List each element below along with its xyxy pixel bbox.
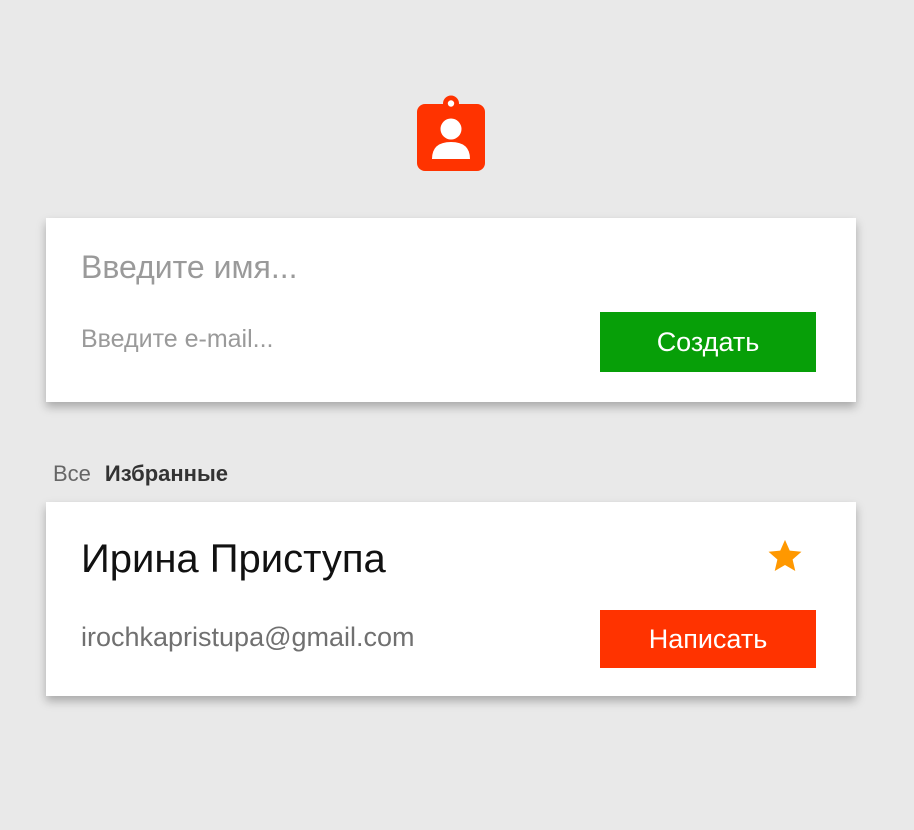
star-icon[interactable] xyxy=(766,537,804,575)
tab-all[interactable]: Все xyxy=(53,461,91,487)
name-input[interactable] xyxy=(81,245,601,289)
tab-favorites[interactable]: Избранные xyxy=(105,461,228,487)
create-button[interactable]: Создать xyxy=(600,312,816,372)
filter-tabs: Все Избранные xyxy=(53,460,228,488)
contact-name: Ирина Приступа xyxy=(81,537,386,581)
create-contact-form: Создать xyxy=(46,218,856,402)
contact-email: irochkapristupa@gmail.com xyxy=(81,622,415,652)
contact-badge-icon xyxy=(417,95,485,171)
contact-card: Ирина Приступа irochkapristupa@gmail.com… xyxy=(46,502,856,696)
email-input[interactable] xyxy=(81,322,541,356)
write-button[interactable]: Написать xyxy=(600,610,816,668)
